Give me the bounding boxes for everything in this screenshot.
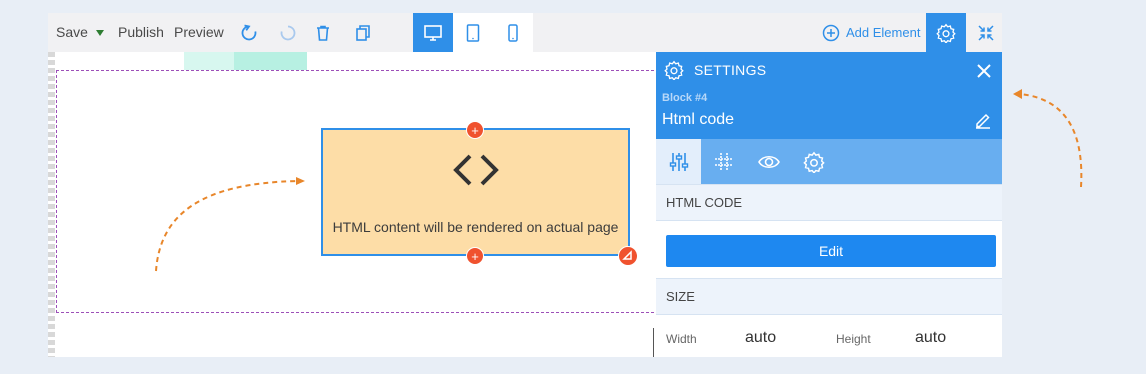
copy-icon[interactable] [351, 21, 375, 45]
settings-tabs [656, 139, 1002, 184]
tablet-icon[interactable] [453, 13, 493, 52]
grid-icon[interactable] [701, 139, 746, 184]
gear-icon[interactable] [791, 139, 836, 184]
height-value[interactable]: auto [915, 329, 946, 347]
plus-circle-icon [822, 24, 840, 41]
save-button[interactable]: Save [56, 13, 88, 52]
section-above-accent[interactable] [234, 52, 307, 70]
add-element-button[interactable]: Add Element [822, 13, 920, 52]
desktop-icon[interactable] [413, 13, 453, 52]
html-code-section-header: HTML CODE [656, 184, 1002, 221]
code-icon [323, 152, 628, 193]
save-dropdown-caret[interactable] [96, 30, 104, 36]
pencil-icon[interactable] [974, 111, 994, 131]
add-element-label: Add Element [846, 25, 921, 40]
size-section-header: SIZE [656, 278, 1002, 315]
width-label: Width [666, 332, 697, 346]
settings-panel: SETTINGS Block #4 Html code HTML CODE Ed… [656, 52, 1002, 357]
settings-title: SETTINGS [694, 62, 767, 78]
collapse-icon[interactable] [970, 13, 1002, 52]
add-block-above-handle[interactable]: + [466, 121, 484, 139]
close-icon[interactable] [974, 61, 994, 81]
add-block-below-handle[interactable]: + [466, 247, 484, 265]
height-label: Height [836, 332, 871, 346]
block-name: Html code [662, 111, 735, 128]
settings-header: SETTINGS Block #4 Html code [656, 52, 1002, 139]
gear-icon [936, 23, 956, 43]
canvas-ruler [48, 52, 55, 357]
html-code-block[interactable]: HTML content will be rendered on actual … [321, 128, 630, 256]
resize-corner-icon [622, 250, 632, 260]
mobile-icon[interactable] [493, 13, 533, 52]
trash-icon[interactable] [311, 21, 335, 45]
block-placeholder-text: HTML content will be rendered on actual … [332, 219, 619, 235]
design-canvas[interactable]: HTML content will be rendered on actual … [48, 52, 654, 357]
resize-handle[interactable] [618, 246, 638, 266]
hint-arrow-to-block [155, 177, 305, 272]
sliders-icon[interactable] [656, 139, 701, 184]
publish-button[interactable]: Publish [118, 13, 164, 52]
preview-button[interactable]: Preview [174, 13, 224, 52]
canvas-divider [653, 328, 654, 357]
top-toolbar: Save Publish Preview Add Element [48, 13, 1002, 52]
redo-icon[interactable] [276, 21, 300, 45]
settings-toggle-button[interactable] [926, 13, 966, 52]
gear-icon [664, 60, 684, 80]
block-number: Block #4 [662, 92, 708, 104]
width-value[interactable]: auto [745, 329, 776, 347]
edit-html-button[interactable]: Edit [666, 235, 996, 267]
eye-icon[interactable] [746, 139, 791, 184]
device-switcher [413, 13, 533, 52]
undo-icon[interactable] [237, 21, 261, 45]
hint-arrow-to-settings [1013, 89, 1083, 188]
section-above[interactable] [184, 52, 234, 70]
